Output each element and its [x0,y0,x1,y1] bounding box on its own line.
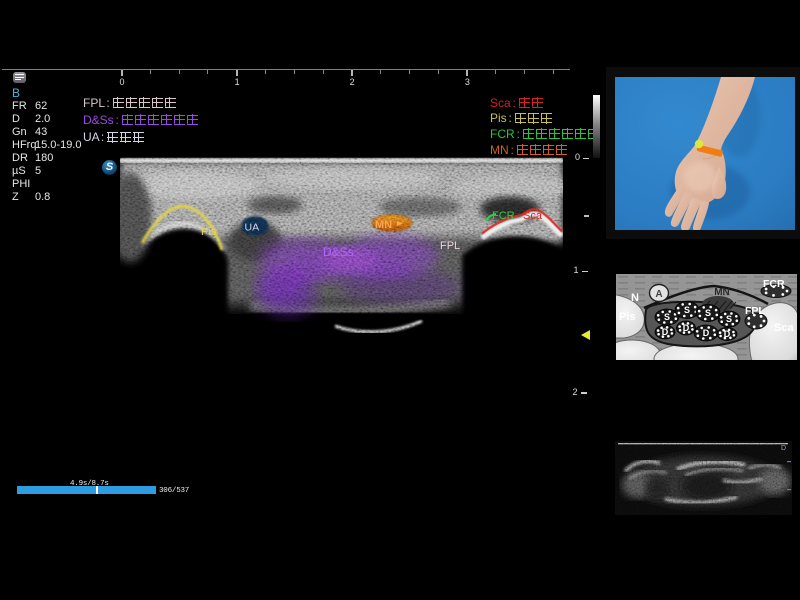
svg-text:D: D [724,329,731,339]
svg-text:S: S [726,314,732,324]
svg-text:FCR: FCR [492,210,515,222]
svg-text:D: D [781,445,786,452]
svg-text:Sca: Sca [523,210,543,222]
svg-text:Pis: Pis [619,311,636,323]
svg-text:D: D [683,323,690,333]
svg-text:A: A [655,289,662,300]
svg-text:FPL: FPL [440,240,460,252]
svg-text:S: S [705,308,711,318]
svg-text:N: N [631,292,639,304]
svg-text:MN: MN [714,287,730,298]
svg-text:FCR: FCR [763,278,785,290]
svg-text:Sca: Sca [774,322,794,334]
svg-text:UA: UA [245,222,260,234]
svg-text:D: D [703,328,710,338]
svg-text:MN: MN [375,219,392,231]
svg-text:D&Ss: D&Ss [323,245,354,259]
svg-text:Pis: Pis [201,226,217,238]
svg-text:D: D [662,327,669,337]
svg-text:S: S [684,305,690,315]
svg-text:S: S [664,312,670,322]
svg-text:FPL: FPL [745,305,765,317]
